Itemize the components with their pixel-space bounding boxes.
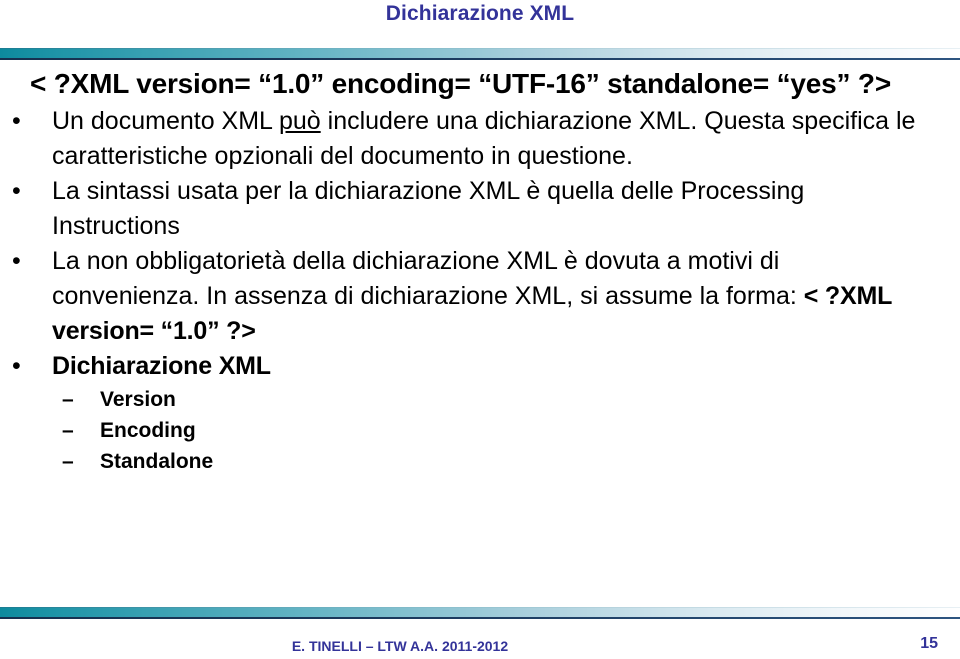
dash-marker-icon: – (62, 419, 74, 442)
slide-content: < ?XML version= “1.0” encoding= “UTF-16”… (0, 66, 960, 477)
list-item-text: La sintassi usata per la dichiarazione X… (52, 174, 932, 244)
sub-list-item: – Encoding (62, 415, 960, 446)
run-text: La non obbligatorietà della dichiarazion… (52, 247, 804, 310)
xml-declaration-code-line: < ?XML version= “1.0” encoding= “UTF-16”… (30, 68, 891, 99)
footer-divider-gradient-bar (0, 608, 960, 617)
header-divider-gradient-bar (0, 49, 960, 58)
bullet-marker-icon: • (12, 107, 21, 135)
list-item: • La sintassi usata per la dichiarazione… (12, 174, 932, 244)
sub-list-item-label: Standalone (100, 450, 214, 473)
bullet-marker-icon: • (12, 247, 21, 275)
bullet-marker-icon: • (12, 177, 21, 205)
sub-list-item: – Standalone (62, 446, 960, 477)
page-title: Dichiarazione XML (385, 2, 575, 25)
run-text-underlined: può (278, 107, 321, 135)
list-item: • Dichiarazione XML (12, 349, 932, 384)
footer-divider-underline (0, 617, 960, 619)
slide-page-number: 15 (920, 635, 938, 652)
sub-list-item: – Version (62, 384, 960, 415)
run-text: La sintassi usata per la dichiarazione X… (52, 177, 805, 240)
list-item-text: Un documento XML può includere una dichi… (52, 104, 932, 174)
header-divider (0, 48, 960, 60)
footer-author-text: E. TINELLI – LTW A.A. 2011-2012 (291, 638, 509, 654)
dash-marker-icon: – (62, 388, 74, 411)
list-item: • La non obbligatorietà della dichiarazi… (12, 244, 932, 349)
list-item-text: La non obbligatorietà della dichiarazion… (52, 244, 932, 349)
dash-marker-icon: – (62, 450, 74, 473)
list-item-text: Dichiarazione XML (52, 352, 271, 380)
sub-list-item-label: Encoding (100, 419, 196, 442)
list-item: • Un documento XML può includere una dic… (12, 104, 932, 174)
footer-divider (0, 607, 960, 619)
sub-list-item-label: Version (100, 388, 176, 411)
bullet-marker-icon: • (12, 352, 21, 380)
header-divider-underline (0, 58, 960, 60)
run-text: Un documento XML (52, 107, 279, 135)
